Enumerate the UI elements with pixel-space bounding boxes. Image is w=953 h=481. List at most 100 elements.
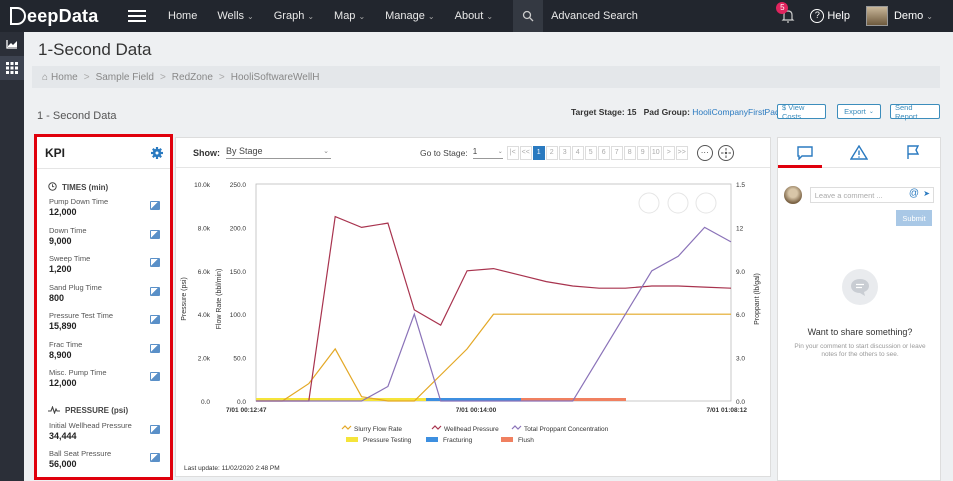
- kpi-chart-icon[interactable]: [150, 286, 160, 296]
- tick-label: 10.0k: [194, 182, 211, 189]
- pager-page-6[interactable]: 6: [597, 145, 610, 160]
- breadcrumb-item[interactable]: Sample Field: [96, 72, 154, 83]
- pin-icon[interactable]: ➤: [923, 189, 930, 198]
- pager-page-8[interactable]: 8: [623, 145, 636, 160]
- pager-next[interactable]: >: [662, 145, 675, 160]
- pager-last[interactable]: >>: [675, 145, 688, 160]
- pan-icon-button: [667, 192, 689, 214]
- nav-item-manage[interactable]: Manage ⌄: [385, 10, 434, 22]
- more-options-button[interactable]: ···: [696, 144, 713, 161]
- rail-chart-icon[interactable]: [0, 32, 24, 56]
- tick-label: 0.0: [201, 399, 210, 406]
- pager-page-7[interactable]: 7: [610, 145, 623, 160]
- kpi-chart-icon[interactable]: [150, 315, 160, 324]
- chevron-down-icon: ⌄: [358, 12, 366, 21]
- kpi-chart-icon[interactable]: [150, 424, 160, 434]
- help-label: Help: [827, 10, 850, 22]
- top-nav: eepData Home Wells ⌄ Graph ⌄ Map ⌄ Manage ⌄ About…: [0, 0, 953, 32]
- x-tick-label: 7/01 01:08:12: [707, 407, 748, 414]
- search-icon[interactable]: [513, 0, 544, 32]
- kpi-chart-icon[interactable]: [150, 372, 160, 381]
- pager-page-4[interactable]: 4: [571, 145, 584, 160]
- show-label: Show:: [193, 147, 220, 158]
- breadcrumb-item: HooliSoftwareWellH: [230, 71, 320, 83]
- kpi-chart-icon[interactable]: [150, 343, 160, 353]
- chevron-down-icon: ⌄: [247, 12, 254, 21]
- tick-label: 100.0: [230, 312, 247, 319]
- send-report-button[interactable]: Send Report: [890, 103, 940, 121]
- kpi-chart-icon[interactable]: [150, 453, 160, 462]
- kpi-row: Sand Plug Time 800: [37, 279, 170, 308]
- export-button[interactable]: Export ⌄: [837, 104, 881, 119]
- tick-label: 6.0k: [198, 269, 211, 276]
- chart-toolbar: Show: By Stage ⌄ Go to Stage: 1 ⌄ |< << 1 2 3 4…: [176, 138, 770, 168]
- stage-pager: |< << 1 2 3 4 5 6 7 8 9 10 > >>: [506, 145, 689, 160]
- chevron-down-icon: ⌄: [307, 12, 315, 21]
- breadcrumb-separator: >: [83, 71, 90, 83]
- warning-icon: [850, 145, 868, 160]
- active-tab-indicator: [778, 165, 822, 168]
- comments-panel: Leave a comment ... @ ➤ Submit Want to s…: [777, 137, 941, 481]
- pager-page-9[interactable]: 9: [636, 145, 649, 160]
- tab-comments[interactable]: [778, 138, 832, 167]
- chevron-down-icon: ⌄: [427, 12, 435, 21]
- hamburger-menu-icon[interactable]: [128, 10, 146, 22]
- nav-item-map[interactable]: Map ⌄: [334, 10, 365, 22]
- logo-text: eepData: [27, 5, 99, 26]
- breadcrumb-item[interactable]: RedZone: [172, 72, 213, 83]
- pager-page-2[interactable]: 2: [545, 145, 558, 160]
- tab-alerts[interactable]: [832, 138, 886, 167]
- kpi-chart-icon[interactable]: [150, 201, 160, 210]
- nav-item-about[interactable]: About ⌄: [455, 10, 493, 22]
- user-avatar[interactable]: [865, 6, 888, 26]
- rail-grid-icon[interactable]: [0, 56, 24, 80]
- tick-label: 9.0: [736, 269, 745, 276]
- tab-flags[interactable]: [886, 138, 940, 167]
- kpi-row: Pressure Test Time 15,890: [37, 307, 170, 336]
- breadcrumb-separator: >: [159, 71, 166, 83]
- logo[interactable]: eepData: [0, 6, 120, 27]
- help-link[interactable]: ? Help: [810, 9, 850, 23]
- advanced-search-link[interactable]: Advanced Search: [551, 10, 638, 22]
- legend-label: Total Proppant Concentration: [524, 426, 609, 433]
- tick-label: 12: [736, 225, 744, 232]
- stage-info: Target Stage: 15 Pad Group: HooliCompany…: [571, 107, 780, 117]
- nav-item-home[interactable]: Home: [168, 10, 197, 22]
- kpi-row: Sweep Time 1,200: [37, 250, 170, 279]
- pager-page-5[interactable]: 5: [584, 145, 597, 160]
- view-costs-button[interactable]: $ View Costs: [777, 103, 826, 121]
- notification-bell-icon[interactable]: 5: [776, 2, 796, 24]
- pager-page-10[interactable]: 10: [649, 145, 662, 160]
- kpi-row: Misc. Pump Time 12,000: [37, 364, 170, 393]
- kpi-section-header: PRESSURE (psi): [37, 393, 170, 417]
- kpi-row: Initial Wellhead Pressure 34,444: [37, 417, 170, 446]
- breadcrumb-item[interactable]: Home: [51, 72, 78, 83]
- show-select[interactable]: By Stage ⌄: [226, 146, 331, 159]
- user-menu[interactable]: Demo ⌄: [894, 10, 933, 22]
- tick-label: 200.0: [230, 225, 247, 232]
- tick-label: 0.0: [237, 399, 246, 406]
- mention-icon[interactable]: @: [909, 188, 919, 199]
- pager-first[interactable]: |<: [506, 145, 519, 160]
- frac-chart[interactable]: 0.0 2.0k 4.0k 6.0k 8.0k 10.0k 0.0 50.0 100.0 150.…: [176, 169, 770, 465]
- comment-input[interactable]: Leave a comment ... @ ➤: [809, 187, 934, 203]
- gear-icon[interactable]: [151, 146, 163, 159]
- nav-item-graph[interactable]: Graph ⌄: [274, 10, 314, 22]
- commenter-avatar: [784, 186, 802, 204]
- plot-area: [255, 183, 732, 402]
- crosshair-button[interactable]: [717, 144, 734, 161]
- legend-swatch: [341, 425, 352, 430]
- last-update: Last update: 11/02/2020 2:48 PM: [184, 465, 280, 472]
- submit-comment-button[interactable]: Submit: [896, 210, 932, 226]
- pad-group-link[interactable]: HooliCompanyFirstPad: [692, 107, 779, 117]
- pager-page-1[interactable]: 1: [532, 145, 545, 160]
- nav-item-wells[interactable]: Wells ⌄: [217, 10, 253, 22]
- tick-label: 50.0: [233, 356, 246, 363]
- series-line: [256, 215, 732, 402]
- kpi-chart-icon[interactable]: [150, 258, 160, 267]
- kpi-chart-icon[interactable]: [150, 229, 160, 239]
- goto-stage-select[interactable]: 1 ⌄: [472, 147, 503, 159]
- pager-page-3[interactable]: 3: [558, 145, 571, 160]
- pager-prev[interactable]: <<: [519, 145, 532, 160]
- tick-label: 6.0: [736, 312, 745, 319]
